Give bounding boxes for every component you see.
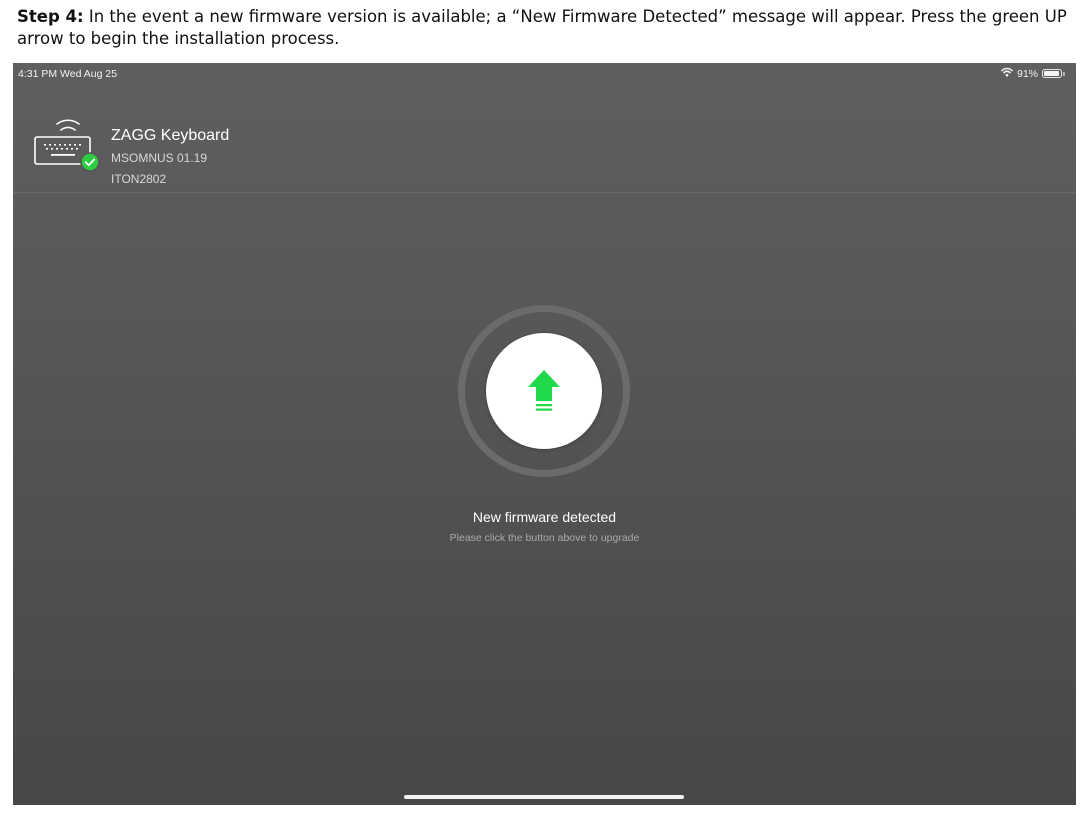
status-bar: 4:31 PM Wed Aug 25 91%	[13, 63, 1076, 85]
status-time: 4:31 PM Wed Aug 25	[18, 68, 118, 80]
device-serial: ITON2802	[111, 172, 167, 186]
battery-percent: 91%	[1016, 67, 1038, 80]
wifi-icon	[1001, 67, 1013, 80]
connected-check-icon	[80, 152, 100, 172]
upload-arrow-icon	[528, 370, 560, 411]
battery-fill	[1044, 71, 1059, 76]
keyboard-device-icon	[33, 109, 105, 178]
battery-icon	[1042, 69, 1065, 78]
bluetooth-signal-icon	[56, 119, 80, 131]
home-indicator[interactable]	[404, 795, 684, 799]
device-header[interactable]: ZAGG Keyboard MSOMNUS 01.19 ITON2802	[13, 85, 1076, 193]
instruction-text: Step 4: In the event a new firmware vers…	[17, 6, 1077, 50]
status-subtitle: Please click the button above to upgrade	[449, 532, 640, 544]
status-indicators: 91%	[1001, 67, 1065, 80]
step-label: Step 4:	[17, 7, 84, 26]
device-name: ZAGG Keyboard	[111, 127, 230, 144]
status-title: New firmware detected	[472, 509, 617, 525]
device-model: MSOMNUS 01.19	[111, 151, 208, 165]
battery-tip	[1063, 72, 1065, 76]
upgrade-button[interactable]	[486, 333, 602, 449]
ipad-screen: 4:31 PM Wed Aug 25 91% ZAGG Keyboard MSO…	[13, 63, 1076, 805]
instruction-body: In the event a new firmware version is a…	[17, 7, 1067, 48]
